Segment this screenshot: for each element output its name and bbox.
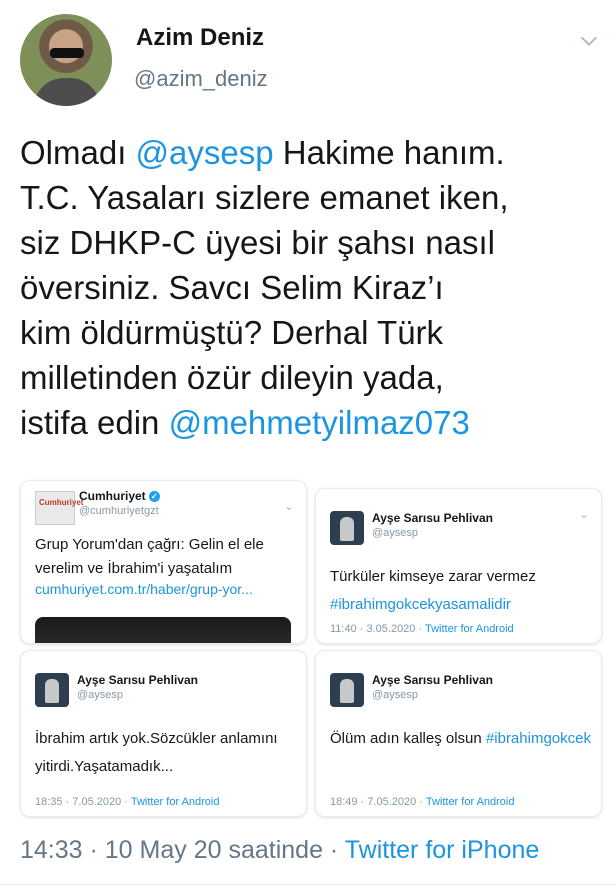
- author-name[interactable]: Azim Deniz: [136, 24, 264, 52]
- quoted-author-handle: @aysesp: [372, 689, 419, 701]
- tweet-text-start: Olmadı: [20, 134, 136, 171]
- quoted-author-name: Cumhuriyet ✓: [79, 489, 160, 503]
- tweet-client-link[interactable]: Twitter for iPhone: [345, 836, 540, 864]
- chevron-down-icon[interactable]: [578, 30, 600, 52]
- author-avatar[interactable]: [20, 14, 112, 106]
- mention-aysesp[interactable]: @aysesp: [136, 134, 274, 171]
- quoted-tweet-text: Ölüm adın kalleş olsun #ibrahimgokcek: [330, 730, 591, 747]
- article-link[interactable]: cumhuriyet.com.tr/haber/grup-yor...: [35, 581, 253, 597]
- tweet-text-body: Hakime hanım. T.C. Yasaları sizlere eman…: [20, 134, 509, 441]
- hashtag-link[interactable]: #ibrahimgokcek: [486, 730, 591, 747]
- avatar: [35, 673, 69, 707]
- avatar-shirt: [34, 78, 100, 106]
- quoted-tweet-aysesp-1[interactable]: Ayşe Sarısu Pehlivan @aysesp ⌄ Türküler …: [315, 488, 602, 644]
- quoted-author-handle: @cumhuriyetgzt: [79, 505, 159, 517]
- image-grid: Cumhuriyet Cumhuriyet ✓ @cumhuriyetgzt ⌄ …: [20, 480, 602, 820]
- tweet-time[interactable]: 14:33 · 10 May 20 saatinde ·: [20, 836, 345, 864]
- tweet-footer: 14:33 · 10 May 20 saatinde · Twitter for…: [20, 836, 539, 865]
- tweet-timestamp: 18:49 · 7.05.2020 · Twitter for Android: [330, 796, 515, 808]
- verified-badge-icon: ✓: [148, 491, 160, 503]
- tweet-header: Azim Deniz @azim_deniz: [0, 0, 616, 110]
- quoted-author-handle: @aysesp: [372, 527, 419, 539]
- divider: [0, 884, 616, 885]
- avatar: [330, 511, 364, 545]
- quoted-tweet-aysesp-2[interactable]: Ayşe Sarısu Pehlivan @aysesp İbrahim art…: [20, 650, 307, 817]
- tweet-timestamp: 11:40 · 3.05.2020 · Twitter for Android: [330, 623, 514, 635]
- hashtag-link[interactable]: #ibrahimgokcekyasamalidir: [330, 596, 511, 613]
- cumhuriyet-logo: Cumhuriyet: [35, 491, 83, 525]
- avatar-glasses: [50, 48, 84, 58]
- quoted-author-name: Ayşe Sarısu Pehlivan: [77, 673, 198, 687]
- tweet-timestamp: 18:35 · 7.05.2020 · Twitter for Android: [35, 796, 220, 808]
- quoted-author-name: Ayşe Sarısu Pehlivan: [372, 673, 493, 687]
- quoted-tweet-aysesp-3[interactable]: Ayşe Sarısu Pehlivan @aysesp Ölüm adın k…: [315, 650, 602, 817]
- avatar: [330, 673, 364, 707]
- article-image[interactable]: [35, 617, 291, 643]
- chevron-down-icon[interactable]: ⌄: [579, 507, 589, 521]
- mention-mehmetyilmaz073[interactable]: @mehmetyilmaz073: [169, 404, 470, 441]
- quoted-tweet-text: Grup Yorum'dan çağrı: Gelin el ele verel…: [35, 536, 264, 577]
- author-handle[interactable]: @azim_deniz: [134, 66, 268, 92]
- quoted-tweet-text: İbrahim artık yok.Sözcükler anlamını yit…: [35, 730, 278, 775]
- quoted-tweet-text: Türküler kimseye zarar vermez #ibrahimgo…: [330, 568, 536, 613]
- tweet-text: Olmadı @aysesp Hakime hanım. T.C. Yasala…: [20, 130, 600, 445]
- quoted-author-handle: @aysesp: [77, 689, 124, 701]
- quoted-author-name: Ayşe Sarısu Pehlivan: [372, 511, 493, 525]
- chevron-down-icon[interactable]: ⌄: [284, 499, 294, 513]
- quoted-tweet-cumhuriyet[interactable]: Cumhuriyet Cumhuriyet ✓ @cumhuriyetgzt ⌄ …: [20, 480, 307, 644]
